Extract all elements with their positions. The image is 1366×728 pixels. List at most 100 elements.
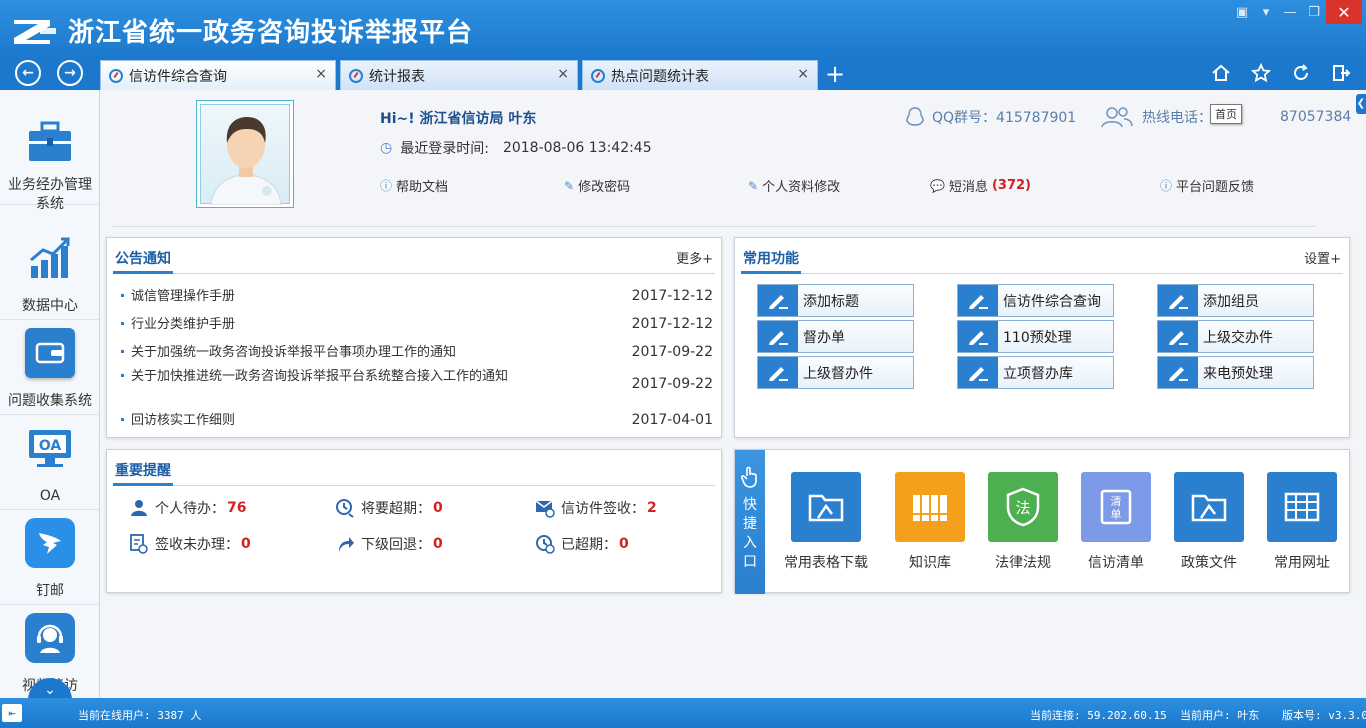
feedback-link[interactable]: ⓘ 平台问题反馈	[1160, 176, 1254, 195]
quick-link-forms[interactable]: 常用表格下载	[779, 472, 873, 572]
tab-inquiry[interactable]: 信访件综合查询 ×	[100, 60, 336, 90]
home-icon[interactable]	[1210, 62, 1232, 84]
link-label: 短消息	[948, 180, 988, 195]
bar-chart-icon	[25, 233, 75, 283]
back-button[interactable]: ←	[15, 60, 41, 86]
menu-dropdown-icon[interactable]: ▾	[1254, 0, 1278, 24]
reminders-title: 重要提醒	[113, 456, 173, 486]
quick-link-law[interactable]: 法 法律法规	[976, 472, 1070, 572]
compass-icon	[109, 68, 123, 83]
add-tab-button[interactable]: +	[822, 60, 848, 88]
pen-icon	[958, 321, 998, 352]
star-icon[interactable]	[1250, 62, 1272, 84]
func-label: 添加标题	[803, 293, 859, 310]
functions-settings-link[interactable]: 设置+	[1304, 248, 1341, 267]
close-window-button[interactable]: ✕	[1326, 0, 1362, 24]
edit-icon: ✎	[564, 178, 575, 193]
notice-date: 2017-09-22	[631, 344, 713, 360]
reminder-label: 将要超期：	[361, 501, 431, 517]
link-label: 个人资料修改	[762, 180, 841, 195]
tab-statistics[interactable]: 统计报表 ×	[340, 60, 578, 90]
notice-item[interactable]: 关于加快推进统一政务咨询投诉举报平台系统整合接入工作的通知 2017-09-22	[121, 368, 713, 404]
edit-profile-link[interactable]: ✎ 个人资料修改	[748, 176, 841, 196]
toolbar-right	[1210, 58, 1352, 88]
quick-link-policy[interactable]: 政策文件	[1162, 472, 1256, 572]
reminder-unprocessed[interactable]: 签收未办理： 0	[129, 534, 251, 554]
quick-entry-strip: 快捷入口	[735, 450, 765, 594]
tab-close-icon[interactable]: ×	[557, 66, 569, 82]
help-icon: ⓘ	[380, 179, 393, 193]
reminder-label: 签收未办理：	[155, 537, 239, 553]
home-tooltip: 首页	[1210, 104, 1242, 124]
notice-date: 2017-12-12	[631, 288, 713, 304]
skin-icon[interactable]: ▣	[1230, 0, 1254, 24]
tab-bar: ← → 信访件综合查询 × 统计报表 × 热点问题统计表 × +	[0, 58, 1366, 90]
tab-close-icon[interactable]: ×	[315, 66, 327, 82]
title-bar: 浙江省统一政务咨询投诉举报平台 ▣ ▾ — ❐ ✕	[0, 0, 1366, 60]
sidebar: 业务经办管理系统 数据中心 问题收集系统 OA OA 钉邮 视频接访 ⌄	[0, 90, 100, 698]
minimize-button[interactable]: —	[1278, 0, 1302, 24]
quick-link-knowledge[interactable]: 知识库	[883, 472, 977, 572]
help-docs-link[interactable]: ⓘ 帮助文档	[380, 176, 448, 195]
reminder-label: 下级回退：	[361, 537, 431, 553]
func-button-superior-supervise[interactable]: 上级督办件	[757, 356, 914, 389]
messages-count: (372)	[991, 178, 1031, 193]
reminder-near-overdue[interactable]: 将要超期： 0	[335, 498, 443, 518]
notice-item[interactable]: 回访核实工作细则 2017-04-01	[121, 412, 713, 432]
refresh-icon[interactable]	[1290, 62, 1312, 84]
reminder-value: 0	[433, 536, 443, 552]
notice-item[interactable]: 行业分类维护手册 2017-12-12	[121, 316, 713, 336]
func-button-110-preprocess[interactable]: 110预处理	[957, 320, 1114, 353]
func-button-supervise-form[interactable]: 督办单	[757, 320, 914, 353]
func-button-call-preprocess[interactable]: 来电预处理	[1157, 356, 1314, 389]
sidebar-toggle-icon[interactable]: ⇤	[2, 704, 22, 722]
reminder-overdue[interactable]: 已超期： 0	[535, 534, 629, 554]
sidebar-item-oa[interactable]: OA OA	[0, 415, 99, 510]
maximize-button[interactable]: ❐	[1302, 0, 1326, 24]
reminder-sign-receipt[interactable]: 信访件签收： 2	[535, 498, 657, 518]
divider	[113, 273, 715, 274]
hotline-number: 87057384	[1280, 109, 1352, 125]
quick-link-label: 常用表格下载	[784, 555, 868, 571]
func-label: 添加组员	[1203, 293, 1259, 310]
tab-hot-issues[interactable]: 热点问题统计表 ×	[582, 60, 818, 90]
func-button-inquiry[interactable]: 信访件综合查询	[957, 284, 1114, 317]
sidebar-item-label: 数据中心	[22, 298, 78, 314]
person-icon	[129, 498, 149, 518]
books-icon	[895, 472, 965, 542]
tab-label: 统计报表	[369, 68, 425, 85]
change-password-link[interactable]: ✎ 修改密码	[564, 176, 630, 196]
notice-item[interactable]: 诚信管理操作手册 2017-12-12	[121, 288, 713, 308]
sidebar-item-business[interactable]: 业务经办管理系统	[0, 110, 99, 212]
logout-icon[interactable]	[1330, 62, 1352, 84]
messages-link[interactable]: 💬 短消息 (372)	[930, 176, 1031, 195]
current-user: 当前用户: 叶东	[1180, 709, 1260, 722]
sidebar-item-dingmail[interactable]: 钉邮	[0, 510, 99, 605]
func-label: 上级交办件	[1203, 329, 1273, 346]
quick-link-petition-list[interactable]: 清单 信访清单	[1069, 472, 1163, 572]
forward-button[interactable]: →	[57, 60, 83, 86]
quick-entry-label: 快捷入口	[743, 497, 757, 570]
notice-item[interactable]: 关于加强统一政务咨询投诉举报平台事项办理工作的通知 2017-09-22	[121, 344, 713, 364]
reminder-value: 0	[433, 500, 443, 516]
tab-close-icon[interactable]: ×	[797, 66, 809, 82]
quick-link-websites[interactable]: 常用网址	[1255, 472, 1349, 572]
func-button-add-member[interactable]: 添加组员	[1157, 284, 1314, 317]
collapse-panel-button[interactable]: ❮	[1356, 94, 1366, 114]
notice-more-link[interactable]: 更多+	[676, 248, 713, 267]
reminder-returned[interactable]: 下级回退： 0	[335, 534, 443, 554]
bullet-icon	[121, 322, 124, 325]
reminder-personal-todo[interactable]: 个人待办： 76	[129, 498, 246, 518]
pen-icon	[758, 357, 798, 388]
version: 版本号: v3.3.0	[1282, 709, 1366, 722]
func-button-project-library[interactable]: 立项督办库	[957, 356, 1114, 389]
func-button-assigned[interactable]: 上级交办件	[1157, 320, 1314, 353]
sidebar-item-problem-collection[interactable]: 问题收集系统	[0, 320, 99, 415]
reminders-panel: 重要提醒 个人待办： 76 将要超期： 0 信访件签收： 2 签收未办理： 0 …	[106, 449, 722, 593]
last-login-label: 最近登录时间:	[400, 141, 489, 157]
sidebar-item-data-center[interactable]: 数据中心	[0, 225, 99, 320]
help-icon: ⓘ	[1160, 179, 1173, 193]
func-button-add-title[interactable]: 添加标题	[757, 284, 914, 317]
divider	[112, 226, 1316, 227]
return-arrow-icon	[335, 534, 355, 554]
